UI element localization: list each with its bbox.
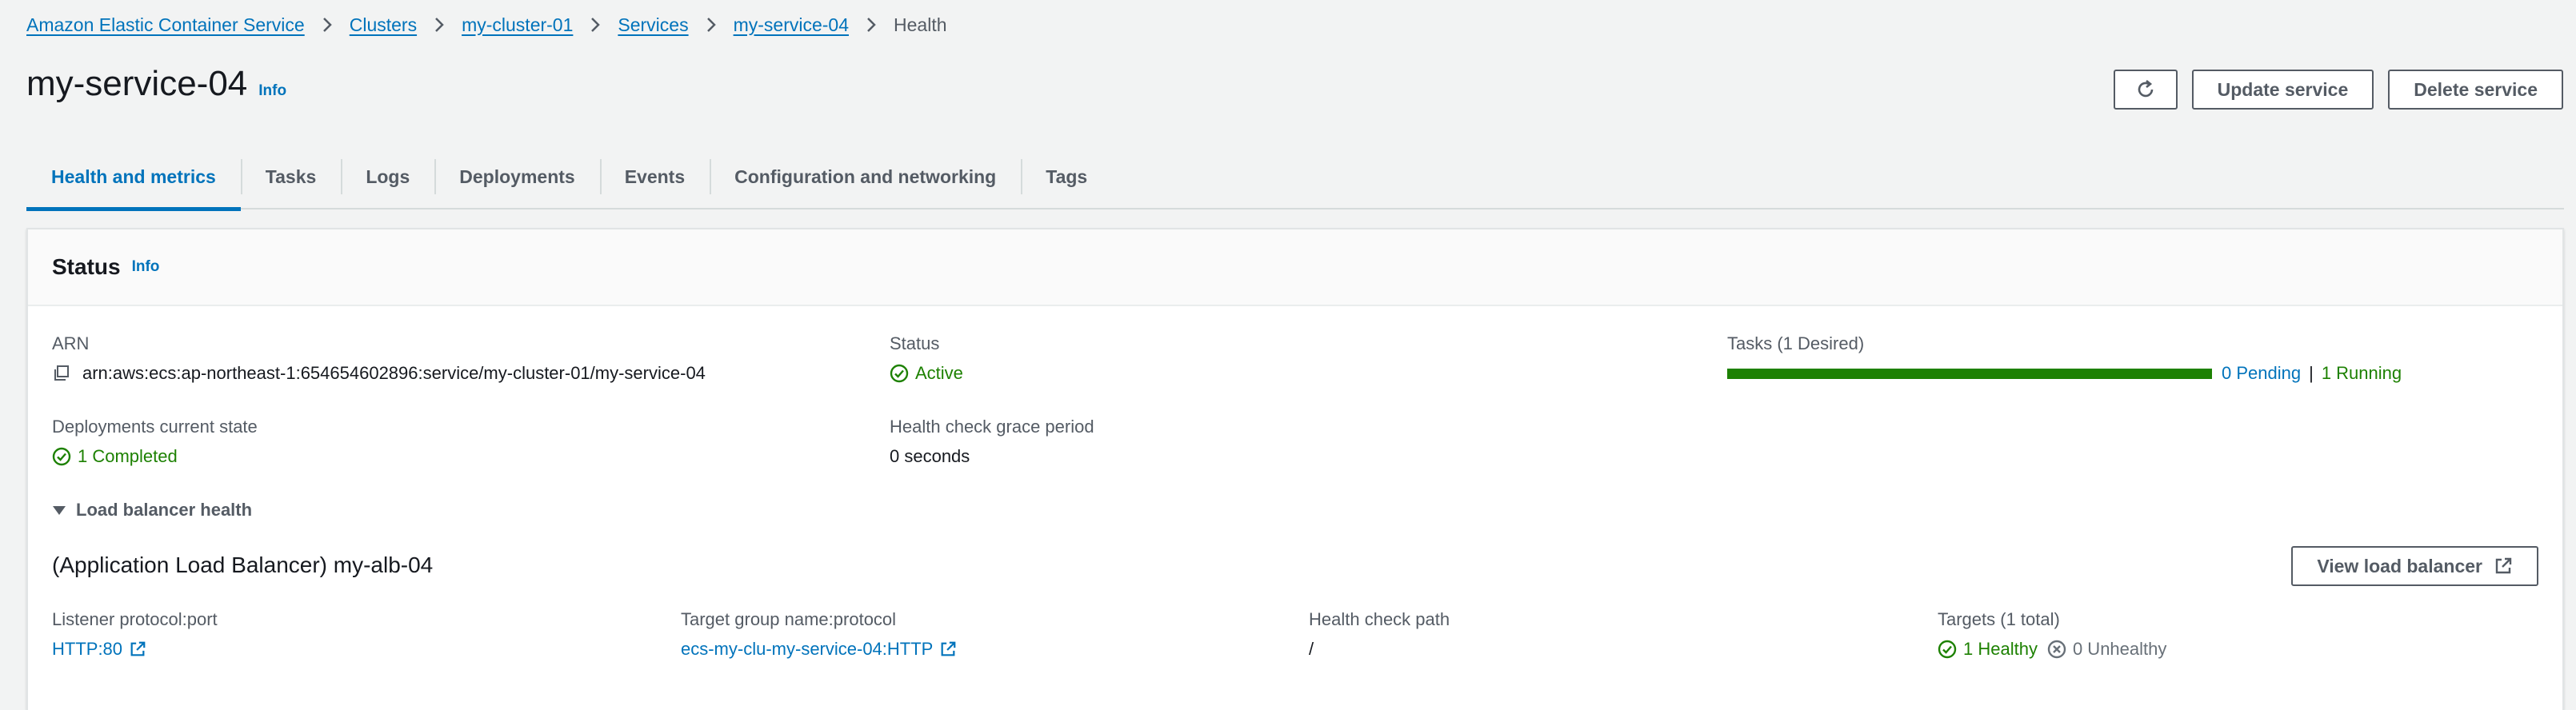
tab-logs[interactable]: Logs	[341, 145, 434, 209]
status-panel-title: Status	[52, 254, 121, 279]
breadcrumb-cluster[interactable]: my-cluster-01	[462, 14, 573, 36]
breadcrumb-clusters[interactable]: Clusters	[350, 14, 417, 36]
check-circle-icon	[890, 364, 909, 383]
deployments-value: 1 Completed	[78, 446, 178, 466]
delete-service-button[interactable]: Delete service	[2388, 70, 2563, 110]
chevron-right-icon	[849, 17, 894, 33]
targets-label: Targets (1 total)	[1938, 609, 2060, 629]
target-group-link[interactable]: ecs-my-clu-my-service-04:HTTP	[681, 638, 963, 660]
caret-down-icon	[53, 506, 66, 515]
pending-link[interactable]: 0 Pending	[2222, 363, 2301, 384]
listener-value-row: HTTP:80	[52, 638, 218, 660]
refresh-icon	[2138, 79, 2153, 98]
tasks-label: Tasks (1 Desired)	[1727, 333, 1865, 353]
header-actions: Update service Delete service	[2113, 70, 2563, 110]
target-group-label: Target group name:protocol	[681, 609, 897, 629]
info-link[interactable]: Info	[258, 82, 286, 100]
load-balancer-health-toggle[interactable]: Load balancer health	[52, 500, 252, 521]
chevron-right-icon	[305, 17, 350, 33]
external-link-icon	[2495, 557, 2512, 574]
load-balancer-title: (Application Load Balancer) my-alb-04	[52, 552, 434, 577]
load-balancer-health-label: Load balancer health	[76, 500, 253, 520]
listener-link-text: HTTP:80	[52, 639, 123, 659]
arn-field: ARN arn:aws:ecs:ap-northeast-1:654654602…	[52, 333, 706, 385]
view-load-balancer-label: View load balancer	[2317, 555, 2482, 576]
external-link-icon	[130, 641, 146, 656]
unhealthy-count: 0 Unhealthy	[2072, 639, 2167, 659]
tasks-progress-row: 0 Pending | 1 Running	[1727, 362, 2402, 385]
chevron-right-icon	[689, 17, 734, 33]
service-status-field: Status Active	[890, 333, 963, 385]
breadcrumb-current: Health	[894, 14, 947, 35]
status-info-link[interactable]: Info	[132, 258, 160, 276]
x-circle-icon	[2047, 640, 2066, 659]
arn-value-row: arn:aws:ecs:ap-northeast-1:654654602896:…	[52, 362, 706, 385]
arn-label: ARN	[52, 333, 90, 353]
chevron-right-icon	[417, 17, 462, 33]
breadcrumb-ecs[interactable]: Amazon Elastic Container Service	[26, 14, 305, 36]
copy-icon[interactable]	[52, 364, 71, 383]
healthy-count: 1 Healthy	[1963, 639, 2038, 659]
tasks-field: Tasks (1 Desired) 0 Pending | 1 Running	[1727, 333, 2402, 385]
tab-bar: Health and metrics Tasks Logs Deployment…	[26, 145, 2564, 211]
tab-configuration-and-networking[interactable]: Configuration and networking	[710, 145, 1021, 209]
listener-field: Listener protocol:port HTTP:80	[52, 608, 218, 660]
tasks-progress-bar	[1727, 368, 2212, 379]
chevron-right-icon	[573, 17, 618, 33]
update-service-button[interactable]: Update service	[2191, 70, 2374, 110]
tasks-separator: |	[2309, 363, 2314, 383]
check-circle-icon	[1938, 640, 1957, 659]
deployments-label: Deployments current state	[52, 417, 258, 437]
service-status-label: Status	[890, 333, 940, 353]
grace-period-value: 0 seconds	[890, 446, 970, 466]
running-link[interactable]: 1 Running	[2322, 363, 2402, 384]
service-status-value: Active	[915, 363, 963, 383]
status-panel-header: Status Info	[28, 229, 2562, 306]
tab-events[interactable]: Events	[599, 145, 710, 209]
deployments-field: Deployments current state 1 Completed	[52, 416, 258, 468]
tab-health-and-metrics[interactable]: Health and metrics	[26, 145, 241, 211]
target-group-value-row: ecs-my-clu-my-service-04:HTTP	[681, 638, 963, 660]
deployments-value-row: 1 Completed	[52, 445, 258, 468]
external-link-icon	[941, 641, 956, 656]
health-check-path-value: /	[1309, 639, 1314, 659]
health-check-path-field: Health check path /	[1309, 608, 1450, 660]
breadcrumb-services[interactable]: Services	[618, 14, 688, 36]
grace-period-label: Health check grace period	[890, 417, 1094, 437]
targets-value-row: 1 Healthy 0 Unhealthy	[1938, 638, 2166, 660]
refresh-button[interactable]	[2113, 70, 2178, 110]
breadcrumb-service[interactable]: my-service-04	[734, 14, 849, 36]
health-check-path-label: Health check path	[1309, 609, 1450, 629]
tab-tags[interactable]: Tags	[1021, 145, 1112, 209]
listener-link[interactable]: HTTP:80	[52, 638, 153, 660]
listener-label: Listener protocol:port	[52, 609, 218, 629]
status-panel: Status Info ARN arn:aws:ecs:ap-northeast…	[26, 228, 2564, 710]
unhealthy-status: 0 Unhealthy	[2047, 638, 2166, 660]
target-group-link-text: ecs-my-clu-my-service-04:HTTP	[681, 639, 934, 659]
target-group-field: Target group name:protocol ecs-my-clu-my…	[681, 608, 963, 660]
tab-deployments[interactable]: Deployments	[434, 145, 599, 209]
page-title: my-service-04 Info	[26, 64, 286, 104]
page-title-text: my-service-04	[26, 64, 248, 103]
grace-period-field: Health check grace period 0 seconds	[890, 416, 1094, 468]
view-load-balancer-button[interactable]: View load balancer	[2291, 546, 2538, 586]
check-circle-icon	[52, 447, 71, 466]
service-status-value-row: Active	[890, 362, 963, 385]
tab-tasks[interactable]: Tasks	[240, 145, 342, 209]
arn-value: arn:aws:ecs:ap-northeast-1:654654602896:…	[82, 363, 706, 383]
breadcrumb: Amazon Elastic Container Service Cluster…	[26, 13, 947, 37]
targets-field: Targets (1 total) 1 Healthy 0 Unhealthy	[1938, 608, 2166, 660]
